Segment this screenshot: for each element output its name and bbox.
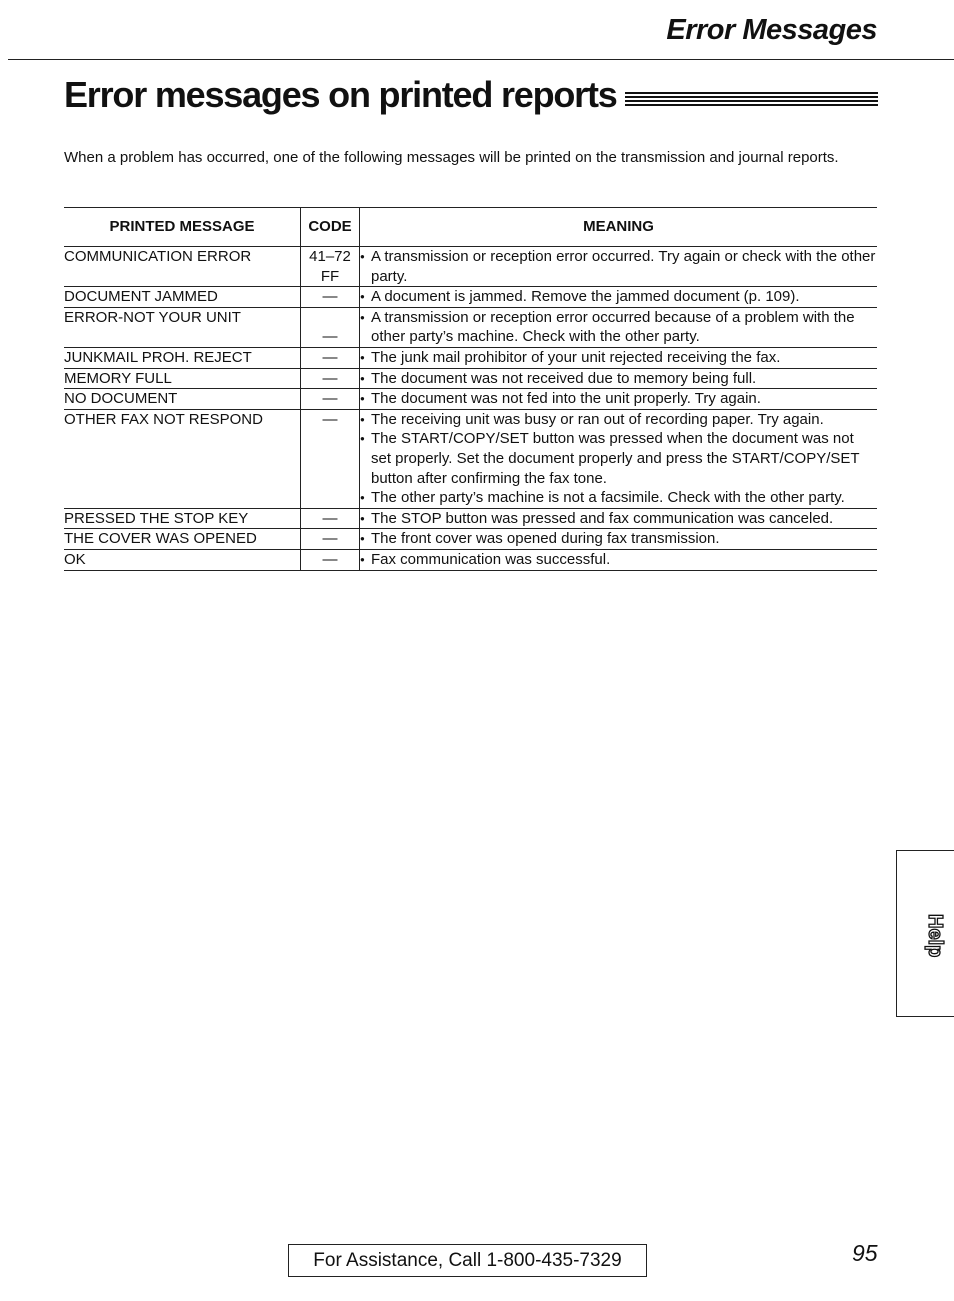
column-header-printed-message: PRINTED MESSAGE — [64, 207, 301, 247]
header-rule — [8, 59, 954, 60]
printed-message-cell: NO DOCUMENT — [64, 388, 301, 410]
meaning-bullet: A transmission or reception error occurr… — [360, 247, 877, 286]
meaning-cell: Fax communication was successful. — [359, 549, 877, 571]
code-cell: — — [300, 388, 360, 410]
code-cell: — — [300, 307, 360, 348]
meaning-bullet: Fax communication was successful. — [360, 550, 877, 570]
meaning-bullet: The START/COPY/SET button was pressed wh… — [360, 429, 877, 488]
meaning-bullet: The junk mail prohibitor of your unit re… — [360, 348, 877, 368]
meaning-text: The other party’s machine is not a facsi… — [371, 489, 845, 507]
meaning-text: The front cover was opened during fax tr… — [371, 530, 720, 548]
meaning-text: Fax communication was successful. — [371, 550, 611, 568]
meaning-cell: A transmission or reception error occurr… — [359, 307, 877, 348]
meaning-cell: The document was not fed into the unit p… — [359, 388, 877, 410]
meaning-cell: The document was not received due to mem… — [359, 368, 877, 390]
code-cell: — — [300, 508, 360, 530]
meaning-text: The START/COPY/SET button was pressed wh… — [371, 430, 860, 487]
title-block: Error messages on printed reports — [64, 70, 878, 120]
meaning-bullet: The receiving unit was busy or ran out o… — [360, 410, 877, 430]
meaning-bullet: A transmission or reception error occurr… — [360, 308, 877, 347]
code-cell: — — [300, 409, 360, 509]
meaning-text: A transmission or reception error occurr… — [371, 308, 855, 346]
meaning-bullet: The document was not fed into the unit p… — [360, 389, 877, 409]
table-row: PRESSED THE STOP KEY— The STOP button was… — [64, 508, 877, 530]
meaning-bullet: The front cover was opened during fax tr… — [360, 529, 877, 549]
column-header-meaning: MEANING — [359, 207, 877, 247]
printed-message-cell: OK — [64, 549, 301, 571]
meaning-cell: The STOP button was pressed and fax comm… — [359, 508, 877, 530]
meaning-cell: The junk mail prohibitor of your unit re… — [359, 347, 877, 369]
code-cell: — — [300, 528, 360, 550]
meaning-bullet: The STOP button was pressed and fax comm… — [360, 509, 877, 529]
column-header-code: CODE — [300, 207, 360, 247]
table-row: COMMUNICATION ERROR41–72 FF A transmissio… — [64, 246, 877, 288]
table-row: NO DOCUMENT— The document was not fed int… — [64, 388, 877, 410]
table-row: THE COVER WAS OPENED— The front cover was… — [64, 528, 877, 550]
printed-message-cell: DOCUMENT JAMMED — [64, 286, 301, 308]
page-title: Error messages on printed reports — [64, 74, 618, 115]
meaning-cell: A transmission or reception error occurr… — [359, 246, 877, 288]
code-cell: — — [300, 286, 360, 308]
code-cell: 41–72 FF — [300, 246, 360, 288]
meaning-bullet: A document is jammed. Remove the jammed … — [360, 287, 877, 307]
code-cell: — — [300, 549, 360, 571]
meaning-text: The STOP button was pressed and fax comm… — [371, 509, 834, 527]
meaning-text: A document is jammed. Remove the jammed … — [371, 288, 800, 306]
meaning-cell: A document is jammed. Remove the jammed … — [359, 286, 877, 308]
printed-message-cell: OTHER FAX NOT RESPOND — [64, 409, 301, 509]
meaning-text: The junk mail prohibitor of your unit re… — [371, 348, 781, 366]
meaning-bullet: The other party’s machine is not a facsi… — [360, 488, 877, 508]
table-body: COMMUNICATION ERROR41–72 FF A transmissio… — [64, 246, 877, 571]
meaning-text: The document was not fed into the unit p… — [371, 390, 761, 408]
help-side-tab: Help — [896, 850, 954, 1017]
printed-message-cell: JUNKMAIL PROH. REJECT — [64, 347, 301, 369]
code-cell: — — [300, 347, 360, 369]
table-row: JUNKMAIL PROH. REJECT— The junk mail proh… — [64, 347, 877, 369]
printed-message-cell: MEMORY FULL — [64, 368, 301, 390]
table-row: MEMORY FULL— The document was not receive… — [64, 368, 877, 390]
printed-message-cell: THE COVER WAS OPENED — [64, 528, 301, 550]
printed-message-cell: COMMUNICATION ERROR — [64, 246, 301, 288]
table-row: DOCUMENT JAMMED— A document is jammed. Re… — [64, 286, 877, 308]
table-header-row: PRINTED MESSAGE CODE MEANING — [64, 207, 877, 247]
printed-message-cell: PRESSED THE STOP KEY — [64, 508, 301, 530]
code-cell: — — [300, 368, 360, 390]
title-decoration-lines — [624, 92, 878, 108]
meaning-text: A transmission or reception error occurr… — [371, 248, 876, 285]
error-messages-table: PRINTED MESSAGE CODE MEANING COMMUNICATI… — [64, 207, 877, 571]
page-number: 95 — [852, 1240, 878, 1266]
meaning-cell: The front cover was opened during fax tr… — [359, 528, 877, 550]
table-row: ERROR-NOT YOUR UNIT— A transmission or re… — [64, 307, 877, 348]
meaning-text: The receiving unit was busy or ran out o… — [371, 410, 824, 428]
assistance-box: For Assistance, Call 1-800-435-7329 — [288, 1244, 647, 1277]
table-row: OTHER FAX NOT RESPOND— The receiving unit… — [64, 409, 877, 509]
meaning-bullet: The document was not received due to mem… — [360, 369, 877, 389]
intro-paragraph: When a problem has occurred, one of the … — [64, 149, 839, 166]
help-tab-label: Help — [923, 913, 946, 958]
section-header: Error Messages — [666, 14, 877, 46]
meaning-text: The document was not received due to mem… — [371, 369, 757, 387]
printed-message-cell: ERROR-NOT YOUR UNIT — [64, 307, 301, 348]
table-row: OK— Fax communication was successful. — [64, 549, 877, 571]
meaning-cell: The receiving unit was busy or ran out o… — [359, 409, 877, 509]
